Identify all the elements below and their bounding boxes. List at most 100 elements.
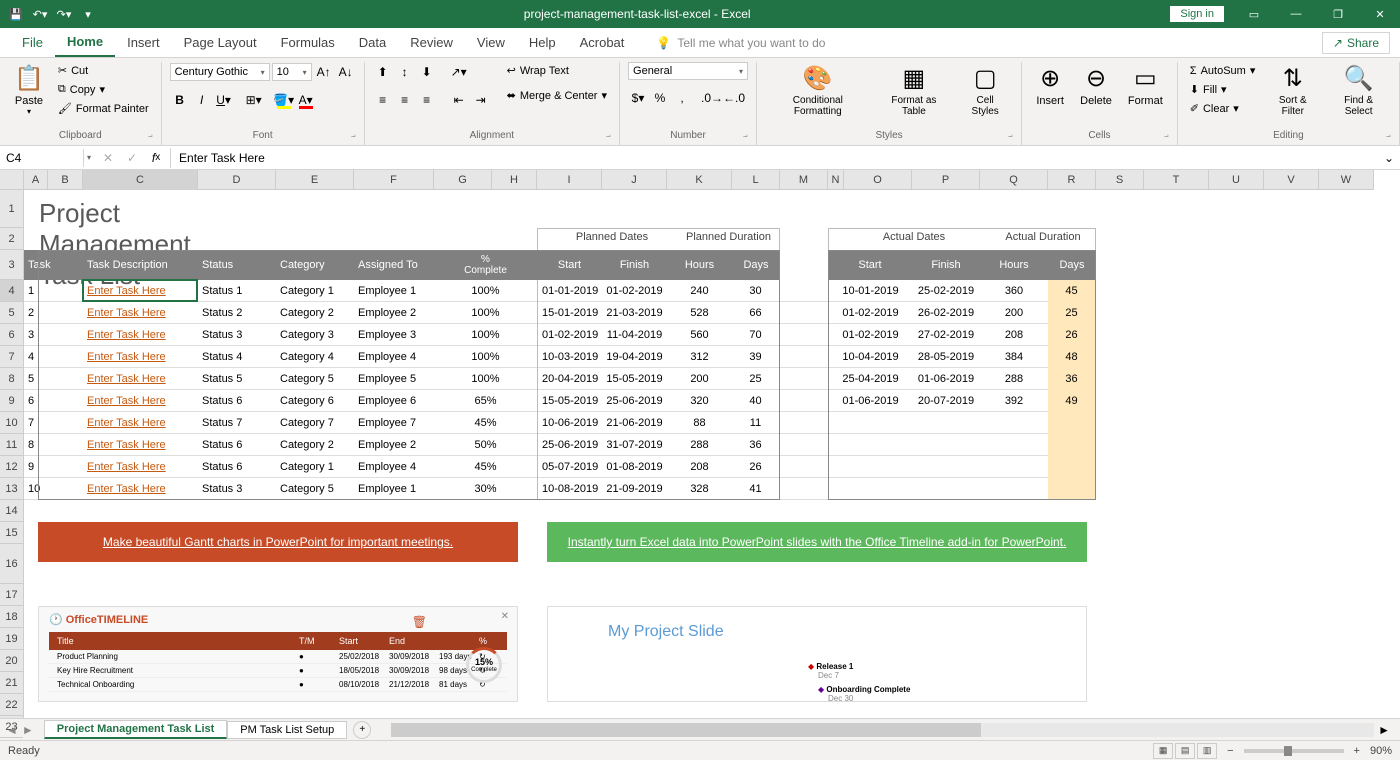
- tell-me-search[interactable]: 💡 Tell me what you want to do: [656, 36, 825, 50]
- table-row[interactable]: 10Enter Task HereStatus 3Category 5Emplo…: [24, 478, 1096, 500]
- cell[interactable]: 392: [980, 390, 1048, 412]
- cell[interactable]: [1048, 412, 1096, 434]
- col-header-S[interactable]: S: [1096, 170, 1144, 190]
- cell[interactable]: 31-07-2019: [602, 434, 667, 456]
- cancel-formula-icon[interactable]: ✕: [98, 148, 118, 168]
- increase-font-icon[interactable]: A↑: [314, 62, 334, 82]
- cell[interactable]: 10: [24, 478, 83, 500]
- cell[interactable]: [912, 478, 980, 500]
- sheet-nav-next-icon[interactable]: ►: [22, 723, 34, 737]
- row-header-7[interactable]: 7: [0, 346, 23, 368]
- cell[interactable]: [780, 280, 828, 302]
- col-header-R[interactable]: R: [1048, 170, 1096, 190]
- cell[interactable]: [780, 302, 828, 324]
- table-row[interactable]: 6Enter Task HereStatus 6Category 6Employ…: [24, 390, 1096, 412]
- cell[interactable]: 05-07-2019: [537, 456, 602, 478]
- qat-customize-icon[interactable]: ▾: [80, 6, 96, 22]
- format-as-table-button[interactable]: ▦Format as Table: [875, 62, 954, 119]
- redo-icon[interactable]: ↷▾: [56, 6, 72, 22]
- copy-button[interactable]: ⧉Copy ▾: [54, 81, 153, 98]
- cell[interactable]: 01-02-2019: [537, 324, 602, 346]
- cell[interactable]: [980, 456, 1048, 478]
- cell[interactable]: Employee 6: [354, 390, 434, 412]
- row-header-11[interactable]: 11: [0, 434, 23, 456]
- cell[interactable]: Status 3: [198, 478, 276, 500]
- cell[interactable]: [980, 478, 1048, 500]
- close-button[interactable]: ✕: [1360, 0, 1400, 28]
- cell[interactable]: Employee 7: [354, 412, 434, 434]
- add-sheet-button[interactable]: +: [353, 721, 371, 739]
- row-header-14[interactable]: 14: [0, 500, 23, 522]
- col-header-E[interactable]: E: [276, 170, 354, 190]
- cell[interactable]: Category 5: [276, 368, 354, 390]
- cell[interactable]: Category 1: [276, 280, 354, 302]
- cell[interactable]: Enter Task Here: [83, 280, 198, 302]
- cell[interactable]: 9: [24, 456, 83, 478]
- format-cells-button[interactable]: ▭Format: [1122, 62, 1169, 109]
- increase-decimal-icon[interactable]: .0→: [702, 88, 722, 108]
- wrap-text-button[interactable]: ↩Wrap Text: [503, 62, 611, 79]
- cell[interactable]: 4: [24, 346, 83, 368]
- cell[interactable]: [780, 324, 828, 346]
- cell[interactable]: [980, 434, 1048, 456]
- select-all-corner[interactable]: [0, 170, 24, 190]
- table-row[interactable]: 3Enter Task HereStatus 3Category 3Employ…: [24, 324, 1096, 346]
- cell[interactable]: 70: [732, 324, 780, 346]
- tab-help[interactable]: Help: [517, 29, 568, 56]
- align-left-icon[interactable]: ≡: [373, 90, 393, 110]
- row-header-2[interactable]: 2: [0, 228, 23, 250]
- cell[interactable]: [912, 434, 980, 456]
- cell[interactable]: 19-04-2019: [602, 346, 667, 368]
- cell[interactable]: 21-06-2019: [602, 412, 667, 434]
- cell[interactable]: 21-03-2019: [602, 302, 667, 324]
- cell[interactable]: 3: [24, 324, 83, 346]
- cell[interactable]: 40: [732, 390, 780, 412]
- share-button[interactable]: ↗ Share: [1322, 32, 1390, 54]
- cell[interactable]: Enter Task Here: [83, 412, 198, 434]
- col-header-K[interactable]: K: [667, 170, 732, 190]
- col-header-T[interactable]: T: [1144, 170, 1209, 190]
- preview-project-slide[interactable]: My Project Slide ◆ Release 1Dec 7 ◆ Onbo…: [547, 606, 1087, 702]
- format-painter-button[interactable]: 🖌Format Painter: [54, 100, 153, 117]
- cell[interactable]: 65%: [434, 390, 537, 412]
- tab-home[interactable]: Home: [55, 28, 115, 57]
- cell[interactable]: Category 7: [276, 412, 354, 434]
- col-header-O[interactable]: O: [844, 170, 912, 190]
- cell[interactable]: Employee 2: [354, 302, 434, 324]
- cell[interactable]: 28-05-2019: [912, 346, 980, 368]
- row-header-20[interactable]: 20: [0, 650, 23, 672]
- cell[interactable]: 01-06-2019: [912, 368, 980, 390]
- cell[interactable]: 10-08-2019: [537, 478, 602, 500]
- cell[interactable]: Status 6: [198, 434, 276, 456]
- cell[interactable]: 01-01-2019: [537, 280, 602, 302]
- cell[interactable]: 10-01-2019: [828, 280, 912, 302]
- table-row[interactable]: 2Enter Task HereStatus 2Category 2Employ…: [24, 302, 1096, 324]
- col-header-V[interactable]: V: [1264, 170, 1319, 190]
- cell[interactable]: Category 2: [276, 434, 354, 456]
- cell[interactable]: 100%: [434, 324, 537, 346]
- cell[interactable]: [1048, 456, 1096, 478]
- col-header-G[interactable]: G: [434, 170, 492, 190]
- name-box[interactable]: C4: [0, 149, 84, 167]
- merge-center-button[interactable]: ⬌Merge & Center ▾: [503, 87, 611, 104]
- row-header-16[interactable]: 16: [0, 544, 23, 584]
- tab-formulas[interactable]: Formulas: [269, 29, 347, 56]
- cell[interactable]: Enter Task Here: [83, 434, 198, 456]
- enter-formula-icon[interactable]: ✓: [122, 148, 142, 168]
- cell[interactable]: 01-02-2019: [828, 302, 912, 324]
- cell[interactable]: [780, 368, 828, 390]
- cell[interactable]: 200: [667, 368, 732, 390]
- cell[interactable]: 10-04-2019: [828, 346, 912, 368]
- cell[interactable]: 50%: [434, 434, 537, 456]
- tab-review[interactable]: Review: [398, 29, 465, 56]
- col-header-C[interactable]: C: [83, 170, 198, 190]
- cell[interactable]: [828, 456, 912, 478]
- cell[interactable]: Enter Task Here: [83, 368, 198, 390]
- cell[interactable]: 01-02-2019: [828, 324, 912, 346]
- border-button[interactable]: ⊞▾: [244, 90, 264, 110]
- cell[interactable]: 45%: [434, 412, 537, 434]
- cell[interactable]: 25-06-2019: [602, 390, 667, 412]
- cell[interactable]: [912, 456, 980, 478]
- cell[interactable]: Status 3: [198, 324, 276, 346]
- cell[interactable]: 25: [1048, 302, 1096, 324]
